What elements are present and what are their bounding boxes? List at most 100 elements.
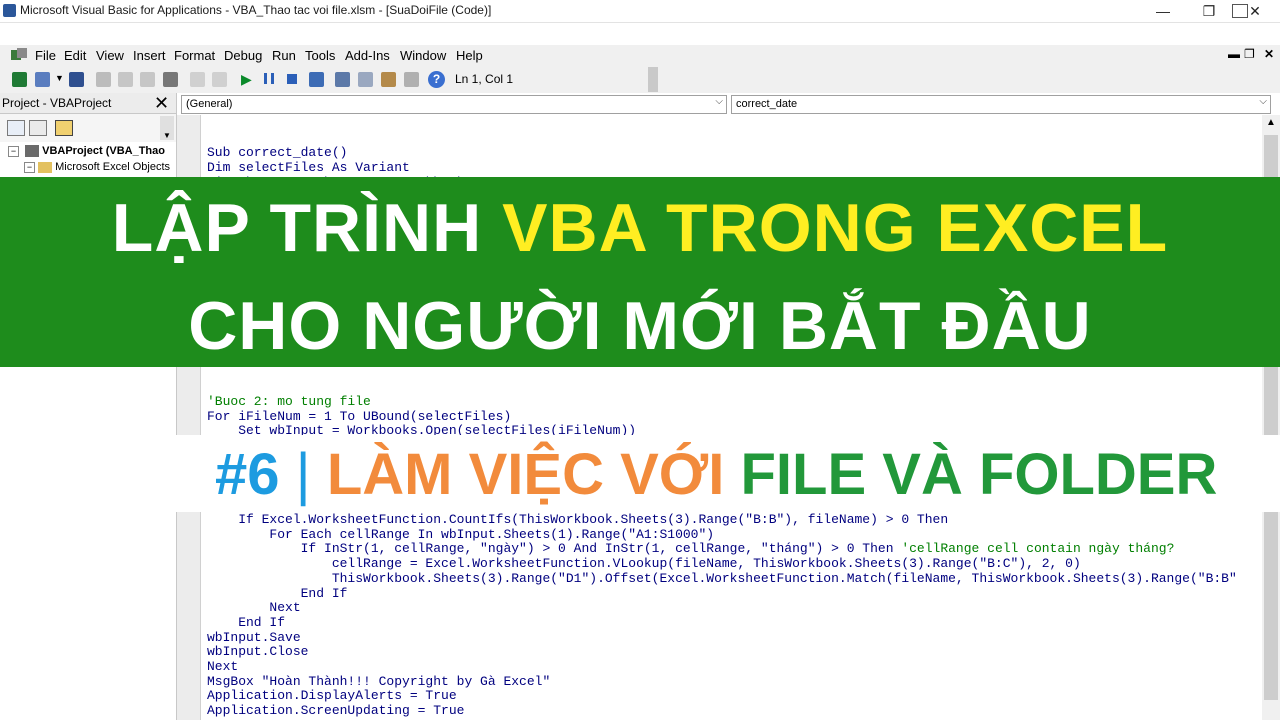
menu-bar: File Edit View Insert Format Debug Run T… (0, 45, 1280, 67)
child-close-button[interactable]: ✕ (1264, 47, 1274, 61)
window-title: Microsoft Visual Basic for Applications … (20, 3, 492, 17)
restore-inner-icon (1232, 4, 1248, 18)
code-text: wbInput.Save (207, 629, 301, 645)
paste-icon[interactable] (140, 72, 155, 87)
object-combo[interactable]: (General) ⌵ (181, 95, 727, 114)
scroll-up-icon[interactable]: ▲ (1266, 117, 1276, 128)
procedure-combo[interactable]: correct_date ⌵ (731, 95, 1271, 114)
redo-icon[interactable] (212, 72, 227, 87)
code-block-middle: 'Buoc 2: mo tung file For iFileNum = 1 To… (207, 394, 636, 439)
code-text: wbInput.Close (207, 644, 309, 660)
banner-line-2: CHO NGƯỜI MỚI BẮT ĐẦU (188, 288, 1092, 364)
code-line: 'Buoc 2: mo tung file (207, 394, 636, 410)
dropdown-arrow-icon[interactable]: ▼ (55, 73, 64, 83)
tree-vbaproject[interactable]: − VBAProject (VBA_Thao (8, 145, 165, 158)
menu-run[interactable]: Run (272, 48, 296, 63)
reset-icon[interactable] (287, 74, 297, 84)
code-text: If Excel.WorksheetFunction.CountIfs(This… (207, 512, 949, 527)
code-line: End If (207, 585, 1237, 602)
menu-format[interactable]: Format (174, 48, 215, 63)
object-browser-icon[interactable] (381, 72, 396, 87)
copy-icon[interactable] (118, 72, 133, 87)
code-comment: 'cellRange cell contain ngày tháng? (901, 541, 1175, 557)
menu-edit[interactable]: Edit (64, 48, 86, 63)
chevron-down-icon: ⌵ (715, 96, 723, 107)
project-explorer-header: Project - VBAProject ✕ (0, 93, 176, 114)
vba-menu-icon[interactable] (10, 47, 28, 64)
banner-line-1: LẬP TRÌNH VBA TRONG EXCEL (0, 189, 1280, 267)
code-text: End If (207, 614, 286, 630)
code-text: For Each cellRange In wbInput.Sheets(1).… (207, 526, 715, 542)
view-excel-icon[interactable] (12, 72, 27, 87)
folder-icon (38, 161, 53, 173)
episode-separator: | (295, 442, 311, 507)
help-icon[interactable]: ? (428, 71, 445, 88)
menu-help[interactable]: Help (456, 48, 483, 63)
cut-icon[interactable] (96, 72, 111, 87)
undo-icon[interactable] (190, 72, 205, 87)
code-line: Next (207, 600, 1237, 616)
code-line: For Each cellRange In wbInput.Sheets(1).… (207, 526, 1237, 543)
run-icon[interactable]: ▶ (241, 71, 252, 88)
properties-icon[interactable] (358, 72, 373, 87)
code-line: Next (207, 659, 1237, 675)
code-text: End If (207, 585, 348, 601)
code-text: Dim selectFiles As Variant (207, 160, 410, 176)
code-line: If Excel.WorksheetFunction.CountIfs(This… (207, 512, 1237, 528)
minimize-button[interactable]: — (1140, 0, 1186, 22)
menu-add-ins[interactable]: Add-Ins (345, 48, 390, 63)
code-text: MsgBox "Hoàn Thành!!! Copyright by Gà Ex… (207, 673, 551, 689)
code-text: Sub correct_date() (207, 145, 348, 161)
episode-title: #6 | LÀM VIỆC VỚI FILE VÀ FOLDER (215, 441, 1217, 508)
view-object-icon[interactable] (29, 120, 47, 136)
menu-debug[interactable]: Debug (224, 48, 262, 63)
code-block-bottom: If Excel.WorksheetFunction.CountIfs(This… (207, 512, 1237, 719)
menu-tools[interactable]: Tools (305, 48, 335, 63)
tree-excel-objects[interactable]: − Microsoft Excel Objects (24, 161, 170, 173)
code-line: wbInput.Close (207, 644, 1237, 660)
code-text: Application.DisplayAlerts = True (207, 688, 457, 704)
child-restore-button[interactable]: ❐ (1244, 47, 1255, 61)
menu-insert[interactable]: Insert (133, 48, 166, 63)
collapse-icon[interactable]: − (8, 145, 19, 157)
code-line: Sub correct_date() (207, 146, 496, 161)
code-text: cellRange = Excel.WorksheetFunction.VLoo… (207, 556, 1081, 572)
code-line: For iFileNum = 1 To UBound(selectFiles) (207, 409, 636, 425)
scroll-down-icon[interactable]: ▼ (160, 116, 174, 140)
code-line: wbInput.Save (207, 629, 1237, 646)
collapse-icon[interactable]: − (24, 161, 35, 173)
restore-button[interactable]: ❐ (1186, 0, 1232, 22)
tree-vbaproject-label: VBAProject (VBA_Thao (42, 145, 165, 157)
toggle-folders-icon[interactable] (55, 120, 73, 136)
design-mode-icon[interactable] (309, 72, 324, 87)
project-explorer-icon[interactable] (335, 72, 350, 87)
code-text: ThisWorkbook.Sheets(3).Range("D1").Offse… (207, 570, 1237, 586)
code-line: End If (207, 614, 1237, 631)
toolbar-grip[interactable] (648, 67, 658, 92)
close-icon[interactable]: ✕ (154, 93, 169, 113)
tree-excel-objects-label: Microsoft Excel Objects (55, 161, 171, 173)
chevron-down-icon: ⌵ (1259, 96, 1267, 107)
project-explorer-title: Project - VBAProject (2, 96, 112, 110)
banner-line-1-white: LẬP TRÌNH (111, 190, 503, 266)
vba-app-icon (3, 4, 16, 17)
title-banner: LẬP TRÌNH VBA TRONG EXCEL CHO NGƯỜI MỚI … (0, 177, 1280, 367)
title-bar: Microsoft Visual Basic for Applications … (0, 0, 1280, 23)
episode-banner: #6 | LÀM VIỆC VỚI FILE VÀ FOLDER (0, 435, 1280, 512)
break-icon[interactable] (264, 73, 274, 84)
episode-number: #6 (215, 442, 280, 507)
cursor-position: Ln 1, Col 1 (455, 72, 514, 86)
code-line: MsgBox "Hoàn Thành!!! Copyright by Gà Ex… (207, 673, 1237, 690)
menu-window[interactable]: Window (400, 48, 446, 63)
object-combo-value: (General) (186, 98, 233, 110)
find-icon[interactable] (163, 72, 178, 87)
insert-userform-icon[interactable] (35, 72, 50, 87)
menu-file[interactable]: File (35, 48, 56, 63)
child-minimize-button[interactable]: ▬ (1228, 47, 1240, 61)
project-icon (25, 145, 40, 158)
toolbox-icon[interactable] (404, 72, 419, 87)
view-code-icon[interactable] (7, 120, 25, 136)
save-icon[interactable] (69, 72, 84, 87)
menu-view[interactable]: View (96, 48, 124, 63)
episode-topic-orange: LÀM VIỆC VỚI (326, 442, 725, 507)
